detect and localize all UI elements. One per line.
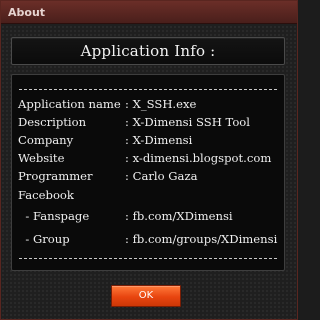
info-row-fanspage: - Fanspage : fb.com/XDimensi [18, 209, 280, 227]
info-label: Company [18, 133, 74, 147]
info-row-facebook: Facebook [18, 188, 280, 206]
info-value: : X_SSH.exe [125, 97, 197, 111]
info-value: : fb.com/groups/XDimensi [125, 232, 278, 246]
top-divider [19, 89, 277, 90]
info-row-group: - Group : fb.com/groups/XDimensi [18, 232, 280, 250]
info-value: : X-Dimensi [125, 133, 193, 147]
header-panel: Application Info : [11, 37, 285, 65]
info-row-application-name: Application name : X_SSH.exe [18, 97, 280, 115]
info-row-website: Website : x-dimensi.blogspot.com [18, 151, 280, 169]
info-value: : Carlo Gaza [125, 169, 198, 183]
bottom-divider [19, 258, 277, 259]
info-label: - Group [18, 232, 70, 246]
info-row-programmer: Programmer : Carlo Gaza [18, 169, 280, 187]
page-title: Application Info : [80, 42, 216, 60]
info-label: Programmer [18, 169, 93, 183]
info-value: : x-dimensi.blogspot.com [125, 151, 272, 165]
about-dialog: About Application Info : Application nam… [0, 0, 298, 320]
info-label: Application name [18, 97, 121, 111]
info-label: Facebook [18, 188, 74, 202]
ok-button[interactable]: OK [111, 285, 181, 307]
info-value: : X-Dimensi SSH Tool [125, 115, 250, 129]
info-label: Description [18, 115, 87, 129]
title-bar[interactable]: About [1, 1, 297, 24]
info-label: - Fanspage [18, 209, 90, 223]
info-panel: Application name : X_SSH.exe Description… [11, 74, 285, 271]
info-row-company: Company : X-Dimensi [18, 133, 280, 151]
info-row-description: Description : X-Dimensi SSH Tool [18, 115, 280, 133]
window-title: About [8, 6, 46, 19]
info-label: Website [18, 151, 65, 165]
info-value: : fb.com/XDimensi [125, 209, 233, 223]
